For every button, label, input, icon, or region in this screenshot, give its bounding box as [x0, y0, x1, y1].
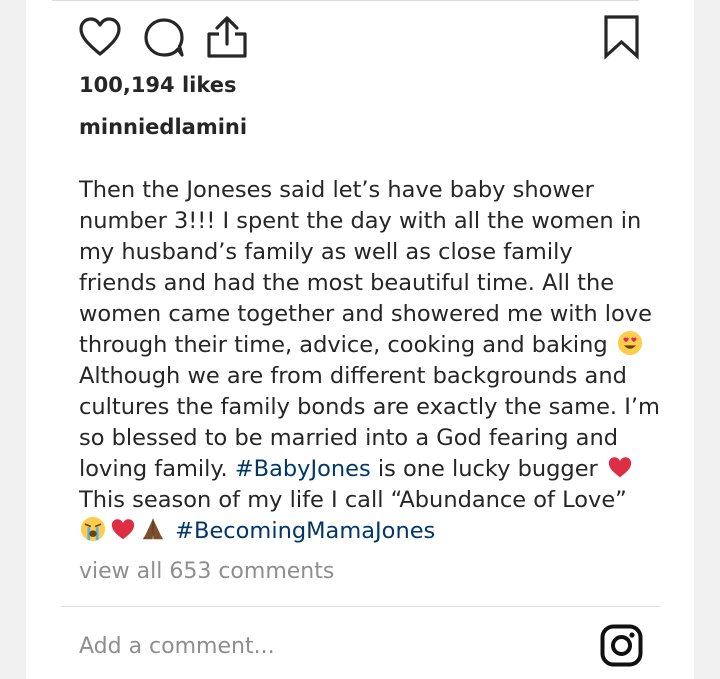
caption-text: through their time, advice, cooking and …	[79, 332, 608, 358]
view-all-comments-link[interactable]: view all 653 comments	[79, 559, 334, 584]
caption-line: my husband’s family as well as close fam…	[79, 239, 573, 265]
caption-text: loving family.	[79, 456, 235, 482]
folded-hands-emoji	[142, 518, 164, 540]
heart-eyes-emoji	[617, 330, 642, 356]
caption-line: Although we are from different backgroun…	[79, 363, 627, 389]
caption-line: number 3!!! I spent the day with all the…	[79, 208, 642, 234]
hashtag-link[interactable]: #BecomingMamaJones	[175, 518, 435, 544]
heart-icon	[79, 17, 121, 56]
comment-bubble-icon	[144, 18, 184, 57]
caption-line: so blessed to be married into a God fear…	[79, 425, 619, 451]
like-button[interactable]	[78, 16, 122, 62]
share-button[interactable]	[205, 14, 249, 64]
caption-line: Then the Joneses said let’s have baby sh…	[79, 177, 594, 203]
instagram-logo	[600, 624, 643, 671]
share-icon	[207, 16, 247, 58]
save-button[interactable]	[601, 14, 643, 64]
red-heart-emoji	[608, 457, 632, 478]
post-username[interactable]: minniedlamini	[79, 115, 247, 139]
crying-face-emoji	[80, 516, 106, 542]
top-divider	[52, 0, 639, 1]
bookmark-icon	[604, 15, 639, 60]
caption-line: women came together and showered me with…	[79, 301, 652, 327]
caption-line: friends and had the most beautiful time.…	[79, 270, 615, 296]
caption-line: This season of my life I call “Abundance…	[79, 487, 627, 513]
caption-line-6: through their time, advice, cooking and …	[79, 330, 659, 361]
caption-line: cultures the family bonds are exactly th…	[79, 394, 660, 420]
post-caption: Then the Joneses said let’s have baby sh…	[79, 175, 660, 547]
comment-divider	[61, 606, 660, 607]
caption-line-10: loving family. #BabyJones is one lucky b…	[79, 454, 659, 485]
caption-text: is one lucky bugger	[370, 456, 598, 482]
hashtag-link[interactable]: #BabyJones	[235, 456, 371, 482]
comment-button[interactable]	[142, 16, 186, 64]
caption-line-12: #BecomingMamaJones	[79, 516, 659, 547]
instagram-icon	[600, 624, 643, 667]
likes-count[interactable]: 100,194 likes	[79, 73, 237, 97]
comment-input[interactable]	[79, 628, 579, 664]
red-heart-emoji	[111, 519, 135, 540]
